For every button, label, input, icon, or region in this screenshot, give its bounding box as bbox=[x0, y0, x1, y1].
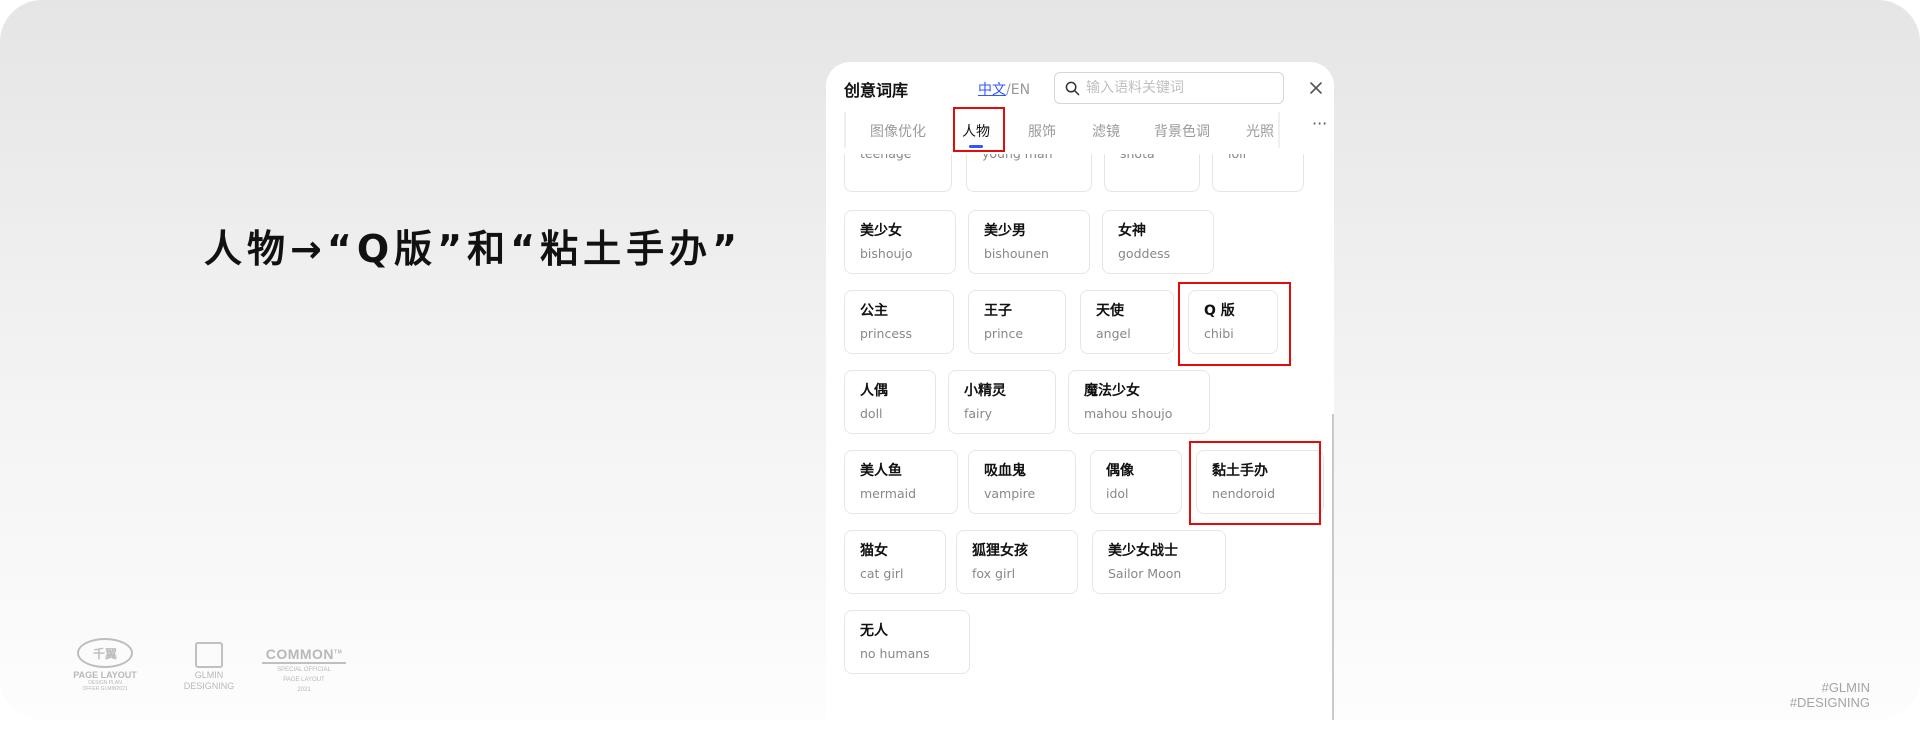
tab-lighting[interactable]: 光照 bbox=[1246, 121, 1274, 141]
more-icon[interactable]: ··· bbox=[1312, 114, 1327, 133]
keyword-card[interactable]: 猫女 cat girl bbox=[844, 530, 946, 594]
keyword-card[interactable]: 王子 prince bbox=[968, 290, 1066, 354]
keyword-card[interactable]: 魔法少女 mahou shoujo bbox=[1068, 370, 1210, 434]
scrollbar[interactable] bbox=[1332, 414, 1334, 720]
keyword-card[interactable]: 女神 goddess bbox=[1102, 210, 1214, 274]
keyword-card[interactable]: 美少男 bishounen bbox=[968, 210, 1090, 274]
keyword-card[interactable]: young man bbox=[966, 154, 1092, 192]
keyword-card[interactable]: 美少女战士 Sailor Moon bbox=[1092, 530, 1226, 594]
logo-text: PAGE LAYOUT bbox=[73, 670, 137, 680]
logo-text: COMMONTM bbox=[262, 646, 346, 664]
search-input[interactable] bbox=[1086, 80, 1266, 96]
keyword-card[interactable]: 公主 princess bbox=[844, 290, 954, 354]
tab-filter[interactable]: 滤镜 bbox=[1092, 121, 1120, 141]
keyword-card[interactable]: 美人鱼 mermaid bbox=[844, 450, 958, 514]
tab-clothing[interactable]: 服饰 bbox=[1028, 121, 1056, 141]
logo-text: DESIGNING bbox=[183, 681, 235, 691]
brand-tag: #GLMIN #DESIGNING bbox=[1790, 680, 1870, 710]
page-layout-logo: 千翼 PAGE LAYOUT DESIGN PLAN OFFER GLMIN20… bbox=[70, 638, 140, 692]
tab-background-tone[interactable]: 背景色调 bbox=[1154, 121, 1210, 141]
category-tabs: 图像优化 人物 服饰 滤镜 背景色调 光照 ··· bbox=[844, 104, 1334, 152]
brand-tag-line: #GLMIN bbox=[1821, 680, 1870, 695]
close-icon[interactable] bbox=[1306, 78, 1326, 98]
search-box[interactable] bbox=[1054, 72, 1284, 104]
keyword-card[interactable]: 偶像 idol bbox=[1090, 450, 1182, 514]
keyword-card[interactable]: 狐狸女孩 fox girl bbox=[956, 530, 1078, 594]
keyword-card[interactable]: 无人 no humans bbox=[844, 610, 970, 674]
lang-english-link[interactable]: EN bbox=[1011, 82, 1030, 98]
logo-subtext: SPECIAL OFFICIAL bbox=[277, 667, 331, 673]
keyword-card[interactable]: teenage bbox=[844, 154, 952, 192]
creative-lexicon-panel: 创意词库 中文/EN 图像优化 人物 服饰 滤镜 bbox=[826, 62, 1334, 720]
logo-subtext: 2021 bbox=[297, 687, 311, 693]
tab-divider bbox=[1278, 112, 1280, 148]
keyword-card[interactable]: 小精灵 fairy bbox=[948, 370, 1056, 434]
search-icon bbox=[1065, 81, 1080, 95]
keyword-card[interactable]: 天使 angel bbox=[1080, 290, 1174, 354]
language-switch: 中文/EN bbox=[978, 79, 1030, 99]
common-logo: COMMONTM SPECIAL OFFICIAL PAGE LAYOUT 20… bbox=[262, 646, 346, 694]
glmin-designing-logo: GLMIN DESIGNING bbox=[178, 642, 240, 692]
highlight-box-tab bbox=[953, 107, 1005, 152]
slide-headline: 人物→“Q版”和“粘土手办” bbox=[204, 227, 743, 271]
logo-mark: 千翼 bbox=[77, 638, 133, 668]
keyword-card[interactable]: 人偶 doll bbox=[844, 370, 936, 434]
lang-chinese-link[interactable]: 中文 bbox=[978, 82, 1006, 98]
logo-subtext: OFFER GLMIN2021 bbox=[82, 686, 128, 692]
panel-title: 创意词库 bbox=[844, 81, 909, 100]
logo-text: GLMIN bbox=[194, 670, 224, 680]
keyword-list[interactable]: teenage young man shota loli 美少女bishoujo… bbox=[826, 154, 1334, 720]
keyword-card[interactable]: shota bbox=[1104, 154, 1200, 192]
brand-tag-line: #DESIGNING bbox=[1789, 695, 1870, 710]
slide-background: 人物→“Q版”和“粘土手办” 千翼 PAGE LAYOUT DESIGN PLA… bbox=[0, 0, 1920, 720]
highlight-box-nendoroid bbox=[1189, 441, 1321, 525]
keyword-card[interactable]: 吸血鬼 vampire bbox=[968, 450, 1076, 514]
tab-strip: 图像优化 人物 服饰 滤镜 背景色调 光照 bbox=[844, 104, 1278, 152]
keyword-card[interactable]: loli bbox=[1212, 154, 1304, 192]
keyword-card[interactable]: 美少女 bishoujo bbox=[844, 210, 956, 274]
highlight-box-chibi bbox=[1178, 282, 1291, 366]
glmin-logo-icon bbox=[195, 642, 223, 668]
tab-image-optimize[interactable]: 图像优化 bbox=[870, 121, 926, 141]
logo-subtext: PAGE LAYOUT bbox=[283, 677, 325, 683]
